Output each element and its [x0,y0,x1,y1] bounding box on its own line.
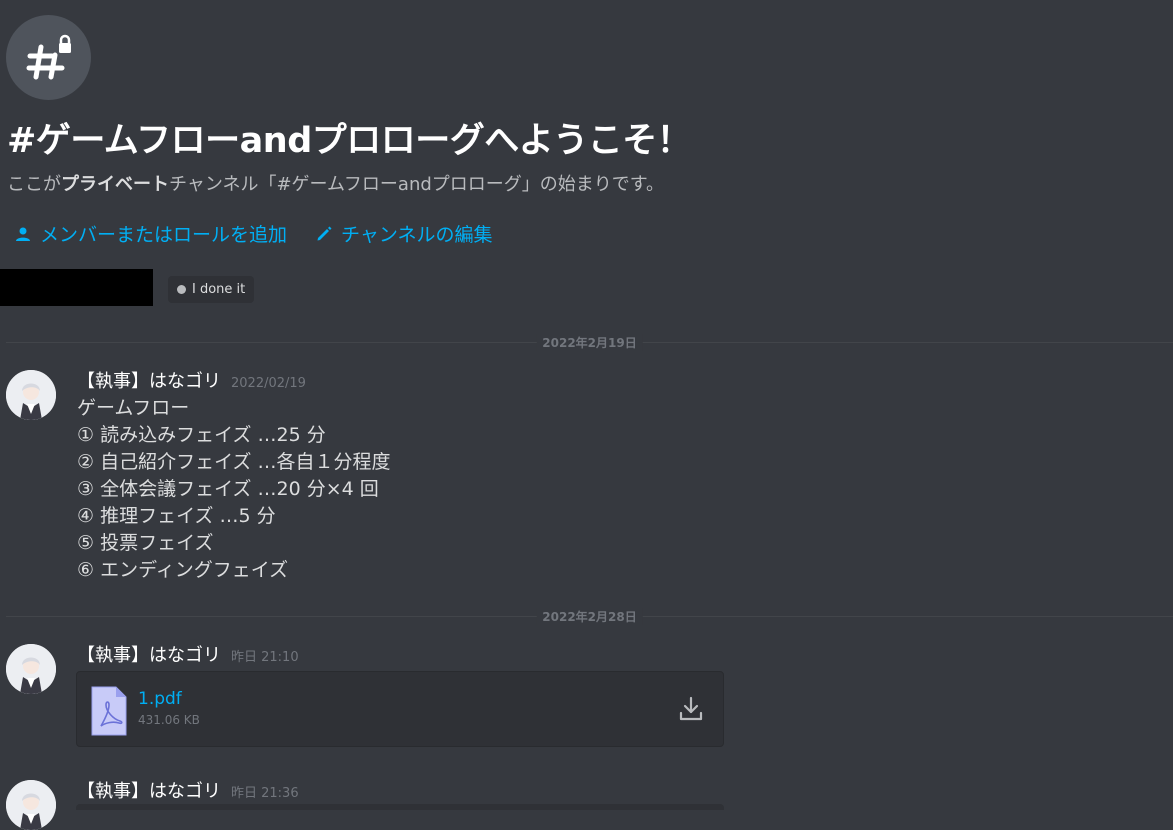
download-icon[interactable] [679,696,703,722]
timestamp: 2022/02/19 [231,376,306,391]
person-icon [16,227,30,241]
message-header: 【執事】はなゴリ 2022/02/19 [77,367,306,393]
message-header: 【執事】はなゴリ 昨日 21:36 [77,777,299,803]
author-name[interactable]: 【執事】はなゴリ [77,371,221,392]
pdf-file-icon [91,686,127,736]
hash-lock-icon [26,34,71,80]
redacted-block [0,269,153,306]
date-divider: 2022年2月28日 [6,608,1173,625]
channel-avatar [6,15,91,100]
author-name[interactable]: 【執事】はなゴリ [77,645,221,666]
add-members-button[interactable]: メンバーまたはロールを追加 [14,220,287,247]
welcome-description: ここがプライベートチャンネル「#ゲームフローandプロローグ」の始まりです。 [7,170,664,196]
attachment-edge [76,804,724,810]
pencil-icon [317,226,332,240]
desc-after: チャンネル「#ゲームフローandプロローグ」の始まりです。 [169,174,664,195]
message-content: ゲームフロー ① 読み込みフェイズ …25 分 ② 自己紹介フェイズ …各自１分… [77,395,391,584]
desc-before: ここが [7,174,61,195]
date-divider: 2022年2月19日 [6,334,1173,351]
status-pill[interactable]: I done it [168,276,255,303]
message-line: ③ 全体会議フェイズ …20 分×4 回 [77,478,379,500]
edit-channel-label: チャンネルの編集 [341,224,493,246]
edit-channel-button[interactable]: チャンネルの編集 [315,220,492,247]
timestamp: 昨日 21:36 [231,786,299,801]
author-name[interactable]: 【執事】はなゴリ [77,781,221,802]
message-line: ① 読み込みフェイズ …25 分 [77,424,326,446]
avatar[interactable] [6,780,56,830]
date-divider-label: 2022年2月28日 [536,608,643,625]
message-line: ゲームフロー [77,397,190,419]
channel-actions: メンバーまたはロールを追加 チャンネルの編集 [14,220,492,247]
welcome-title: #ゲームフローandプロローグへようこそ！ [7,121,692,161]
message-header: 【執事】はなゴリ 昨日 21:10 [77,641,299,667]
message-line: ② 自己紹介フェイズ …各自１分程度 [77,451,391,473]
avatar[interactable] [6,370,56,420]
status-dot-icon [177,285,186,294]
message-line: ⑤ 投票フェイズ [77,532,214,554]
timestamp: 昨日 21:10 [231,650,299,665]
butler-avatar-icon [6,644,56,694]
status-pill-label: I done it [192,282,246,297]
file-size: 431.06 KB [138,713,200,727]
message-line: ⑥ エンディングフェイズ [77,559,289,581]
date-divider-label: 2022年2月19日 [536,334,643,351]
avatar[interactable] [6,644,56,694]
butler-avatar-icon [6,370,56,420]
desc-private: プライベート [61,174,169,195]
message-line: ④ 推理フェイズ …5 分 [77,505,276,527]
file-attachment: 1.pdf 431.06 KB [76,671,724,747]
add-members-label: メンバーまたはロールを追加 [40,224,288,246]
file-name-link[interactable]: 1.pdf [138,689,182,709]
butler-avatar-icon [6,780,56,830]
